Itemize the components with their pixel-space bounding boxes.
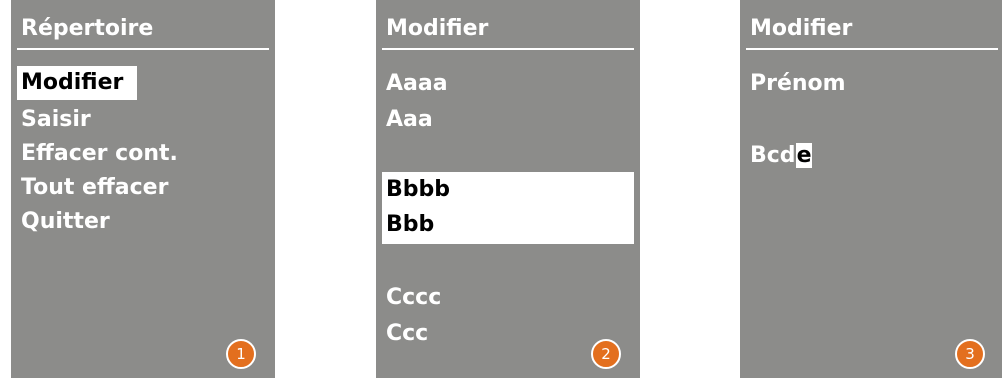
name-input[interactable]: Bcde — [750, 140, 813, 172]
list-item-entry-2-line2: Bbb — [386, 212, 435, 237]
menu-item-saisir[interactable]: Saisir — [21, 104, 91, 136]
menu-item-tout-effacer[interactable]: Tout effacer — [21, 172, 168, 204]
field-value: Bcd — [750, 143, 796, 168]
list-item-entry-3-line2[interactable]: Ccc — [386, 318, 428, 350]
header-divider — [746, 48, 998, 50]
screen-modifier-list: Modifier Aaaa Aaa Bbbb Bbb Cccc Ccc 2 — [376, 0, 640, 378]
field-label: Prénom — [750, 71, 846, 96]
header-divider — [17, 48, 269, 50]
header-divider — [382, 48, 634, 50]
menu-item-modifier[interactable]: Modifier — [17, 66, 138, 100]
step-badge: 1 — [226, 339, 256, 369]
list-item-entry-2-line1: Bbbb — [386, 177, 451, 202]
screen-title: Modifier — [750, 16, 853, 41]
list-item-entry-3-line1[interactable]: Cccc — [386, 282, 441, 314]
screen-repertoire: Répertoire Modifier Saisir Effacer cont.… — [11, 0, 275, 378]
step-badge: 3 — [955, 339, 985, 369]
menu-item-quitter[interactable]: Quitter — [21, 206, 110, 238]
list-item-entry-1-line1[interactable]: Aaaa — [386, 68, 448, 100]
list-item-entry-2-selected[interactable]: Bbbb Bbb — [382, 172, 634, 244]
menu-item-effacer-cont[interactable]: Effacer cont. — [21, 138, 178, 170]
step-badge: 2 — [591, 339, 621, 369]
text-cursor: e — [795, 143, 813, 168]
screen-title: Répertoire — [21, 16, 154, 41]
screen-modifier-edit: Modifier Prénom Bcde 3 — [740, 0, 1002, 378]
screen-title: Modifier — [386, 16, 489, 41]
list-item-entry-1-line2[interactable]: Aaa — [386, 104, 433, 136]
